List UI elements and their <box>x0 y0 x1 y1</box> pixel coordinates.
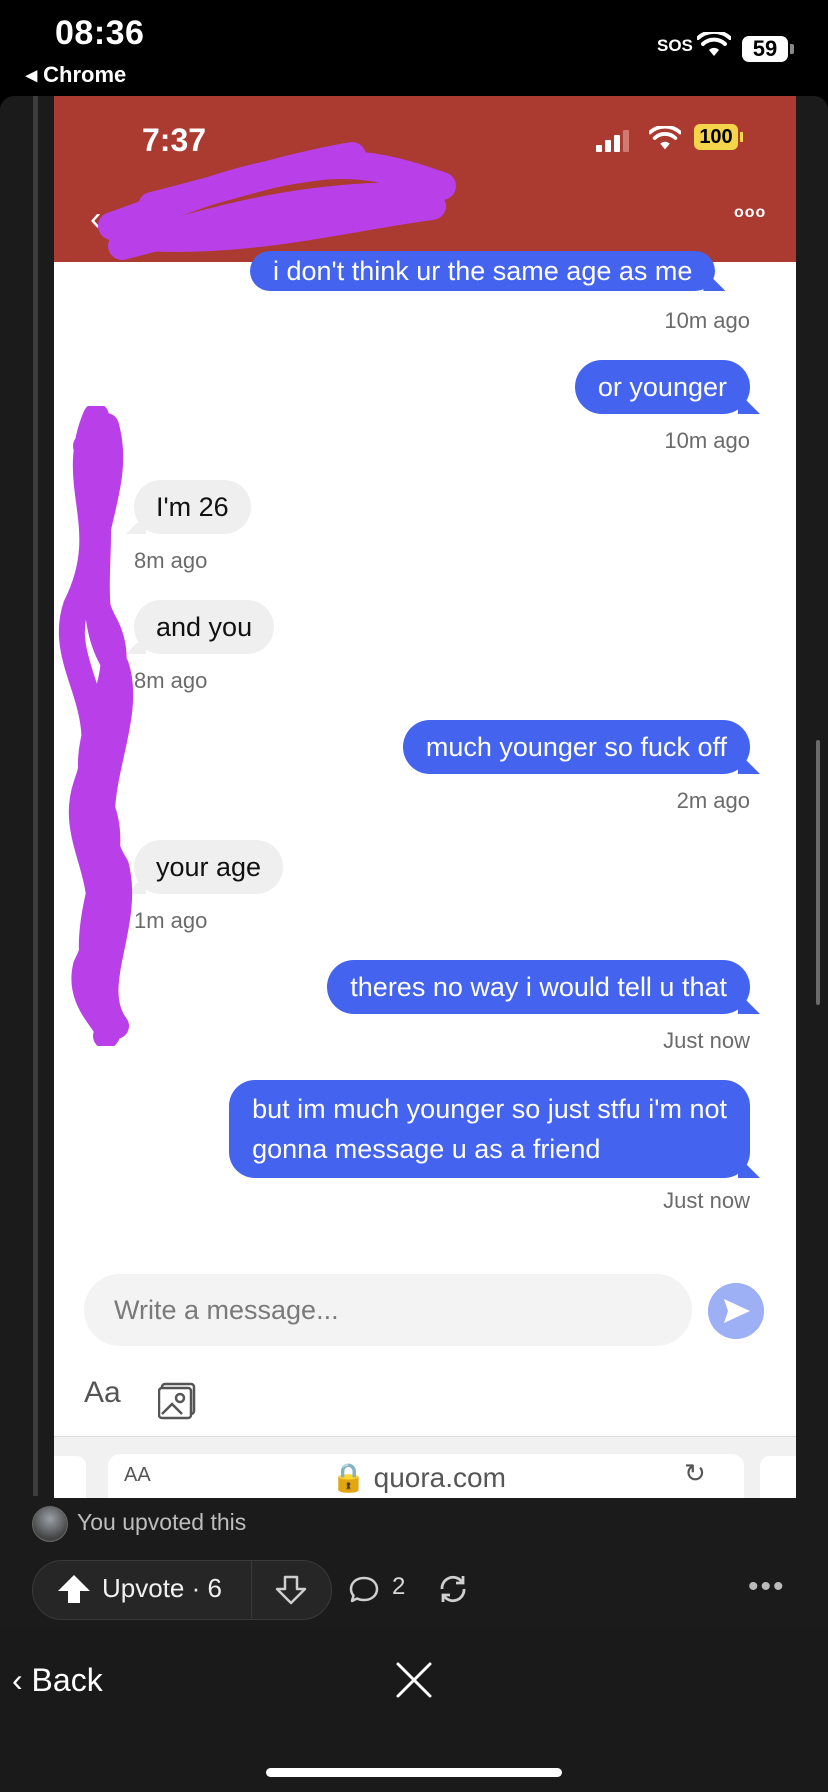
message-bubble-out: theres no way i would tell u that <box>327 960 750 1014</box>
message-input[interactable]: Write a message... <box>84 1274 692 1346</box>
signal-icon <box>596 130 629 152</box>
close-icon[interactable] <box>394 1660 434 1700</box>
redaction-scribble <box>98 142 456 260</box>
sos-indicator: SOS <box>657 36 693 55</box>
tab-card <box>54 1456 86 1498</box>
message-timestamp: 10m ago <box>664 428 750 453</box>
battery-tip <box>790 44 794 54</box>
upvote-arrow-icon[interactable] <box>56 1573 92 1605</box>
redaction-scribble <box>58 406 134 1046</box>
message-bubble-out: much younger so fuck off <box>402 720 750 774</box>
scrollbar[interactable] <box>816 740 820 1005</box>
back-to-chrome-link[interactable]: ◂ Chrome <box>26 62 126 88</box>
inner-battery-level: 100 <box>694 124 738 150</box>
message-line: but im much younger so just stfu i'm not <box>252 1094 727 1124</box>
message-timestamp: 10m ago <box>664 308 750 333</box>
message-bubble-out: but im much younger so just stfu i'm not… <box>229 1080 750 1178</box>
photo-icon[interactable] <box>158 1382 198 1420</box>
status-time: 08:36 <box>55 14 145 52</box>
url-domain: 🔒 quora.com <box>331 1462 506 1493</box>
more-options-icon[interactable]: ooo <box>734 204 766 222</box>
reader-aa-button: AA <box>124 1464 151 1486</box>
chevron-left-icon: ‹ <box>12 1662 32 1698</box>
more-options-button[interactable]: ••• <box>748 1570 786 1604</box>
post-image[interactable]: 7:37 100 ‹ ooo i don't think ur the same… <box>54 96 796 1498</box>
message-timestamp: Just now <box>663 1028 750 1053</box>
message-timestamp: 2m ago <box>676 788 750 813</box>
inner-battery-tip <box>740 132 743 142</box>
back-button[interactable]: ‹ Back <box>12 1662 103 1699</box>
divider <box>251 1560 252 1618</box>
send-icon[interactable] <box>708 1283 764 1339</box>
reload-icon: ↻ <box>684 1458 706 1488</box>
comment-count[interactable]: 2 <box>392 1573 405 1601</box>
home-indicator[interactable] <box>266 1768 562 1777</box>
upvoted-status: You upvoted this <box>77 1509 247 1535</box>
downvote-arrow-icon[interactable] <box>274 1574 308 1606</box>
thread-line <box>33 96 38 1496</box>
inner-wifi-icon <box>649 126 681 150</box>
comment-icon[interactable] <box>348 1574 380 1606</box>
upvote-button[interactable]: Upvote · 6 <box>102 1573 222 1604</box>
message-line: gonna message u as a friend <box>252 1134 601 1164</box>
wifi-icon <box>697 32 731 56</box>
tab-card <box>760 1456 796 1498</box>
battery-level: 59 <box>742 36 788 62</box>
back-label: Back <box>31 1662 103 1698</box>
avatar[interactable] <box>32 1506 68 1542</box>
message-timestamp: Just now <box>663 1188 750 1213</box>
text-format-button[interactable]: Aa <box>84 1376 121 1410</box>
share-icon[interactable] <box>435 1572 471 1606</box>
message-bubble-out: or younger <box>574 360 750 414</box>
